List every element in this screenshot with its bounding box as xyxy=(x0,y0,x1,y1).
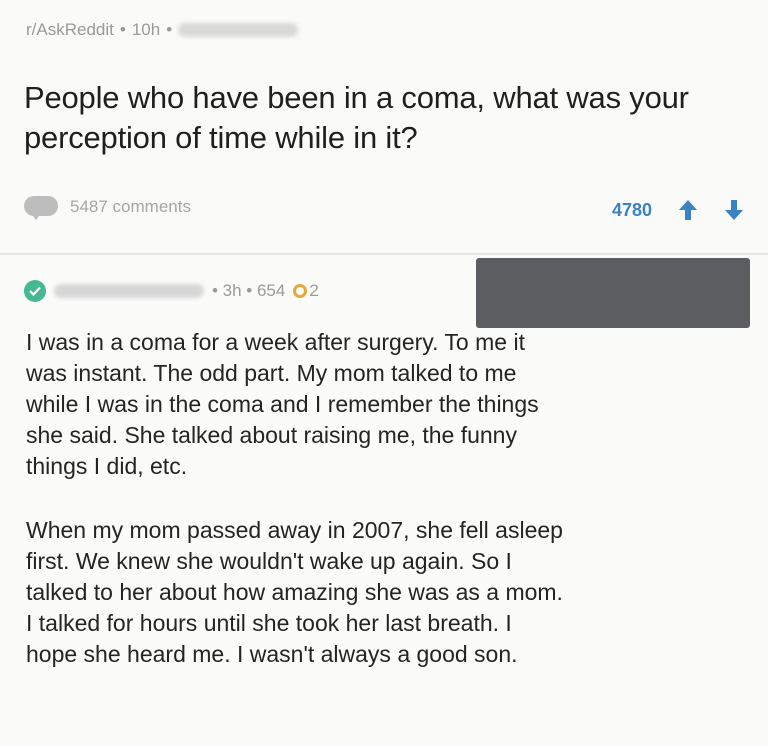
award-count: 2 xyxy=(309,281,319,300)
section-divider xyxy=(0,253,768,255)
meta-separator: • xyxy=(119,20,126,39)
post-meta: r/AskReddit • 10h • xyxy=(26,20,299,40)
post-card: r/AskReddit • 10h • People who have been… xyxy=(0,0,768,252)
comment-bubble-icon xyxy=(24,196,58,220)
comment-meta: • 3h • 654 2 xyxy=(24,280,319,302)
comments-count: 5487 comments xyxy=(70,197,191,216)
post-title[interactable]: People who have been in a coma, what was… xyxy=(24,78,734,158)
award-icon xyxy=(293,284,308,298)
comment-paragraph: I was in a coma for a week after surgery… xyxy=(26,329,539,479)
meta-separator: • xyxy=(166,20,173,39)
post-score: 4780 xyxy=(611,199,652,220)
comment-paragraph: When my mom passed away in 2007, she fel… xyxy=(26,517,563,667)
comment-body: I was in a coma for a week after surgery… xyxy=(26,327,742,703)
blurred-commenter-name xyxy=(54,284,204,298)
blurred-username xyxy=(178,23,299,37)
post-age: 10h xyxy=(131,20,161,39)
downvote-arrow-icon[interactable] xyxy=(724,198,744,222)
post-actions: 5487 comments 4780 xyxy=(24,196,744,228)
redaction-box xyxy=(476,258,750,328)
vote-controls: 4780 xyxy=(612,198,744,222)
comments-button[interactable]: 5487 comments xyxy=(24,196,191,220)
subreddit-link[interactable]: r/AskReddit xyxy=(26,20,114,40)
upvote-arrow-icon[interactable] xyxy=(678,198,698,222)
verified-check-icon xyxy=(24,280,46,302)
comment-time-score: • 3h • 654 xyxy=(212,281,286,300)
award-badge[interactable]: 2 xyxy=(293,281,319,301)
